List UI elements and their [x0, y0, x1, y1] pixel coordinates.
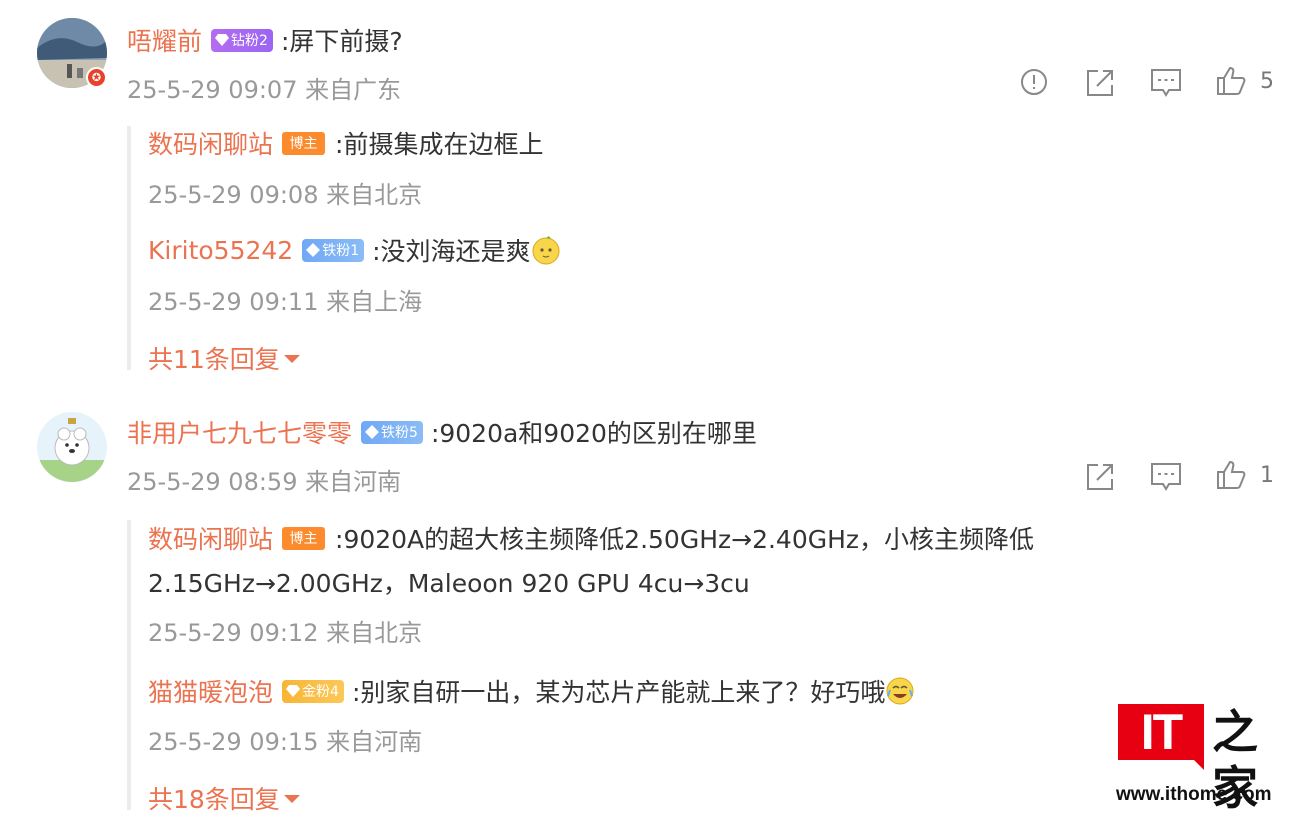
blogger-badge: 博主: [282, 526, 326, 550]
like-button[interactable]: 1: [1216, 460, 1274, 490]
diamond-icon: [365, 425, 380, 439]
ithome-watermark: IT 之家 www.ithome.com: [1114, 700, 1294, 815]
more-replies-link[interactable]: 共11条回复: [148, 340, 300, 376]
reply-username[interactable]: Kirito55242: [148, 236, 293, 265]
fan-badge[interactable]: 金粉4: [282, 679, 344, 703]
reply-meta: 25-5-29 09:11 来自上海: [148, 288, 423, 316]
diamond-icon: [306, 243, 321, 257]
verified-icon: ✪: [86, 67, 107, 88]
fan-badge-label: 铁粉5: [381, 425, 418, 441]
like-icon: [1217, 66, 1246, 95]
reply-meta: 25-5-29 09:15 来自河南: [148, 728, 423, 756]
share-button[interactable]: [1085, 462, 1115, 492]
reply-text: :没刘海还是爽: [372, 237, 531, 266]
comment-text: :9020a和9020的区别在哪里: [430, 419, 757, 448]
emoji-icon: [532, 236, 560, 265]
reply-text: :前摄集成在边框上: [335, 130, 544, 159]
fan-badge[interactable]: 铁粉5: [361, 420, 423, 444]
chevron-down-icon: [283, 355, 300, 363]
ithome-logo-box: IT: [1118, 704, 1204, 760]
fan-badge-label: 钻粉2: [231, 33, 268, 49]
more-replies-label: 共11条回复: [148, 345, 280, 374]
like-button[interactable]: 5: [1216, 66, 1274, 96]
diamond-icon: [215, 34, 230, 46]
comment-1: ✪ 唔耀前 钻粉2 :屏下前摄? 25-5-29 09:07 来自广东 5 数码…: [0, 0, 1312, 400]
reply-thread-bar: [127, 520, 131, 810]
blogger-badge: 博主: [282, 131, 326, 155]
fan-badge-label: 铁粉1: [322, 243, 360, 259]
comment-meta: 25-5-29 08:59 来自河南: [127, 468, 402, 496]
reply-username[interactable]: 猫猫暖泡泡: [148, 673, 273, 709]
reply-thread-bar: [127, 126, 131, 370]
fan-badge[interactable]: 钻粉2: [211, 28, 273, 52]
reply-text: :9020A的超大核主频降低2.50GHz→2.40GHz，小核主频降低: [335, 525, 1035, 554]
share-icon: [1087, 464, 1113, 490]
ithome-logo-pointer: [1192, 758, 1204, 770]
reply: 数码闲聊站 博主 :9020A的超大核主频降低2.50GHz→2.40GHz，小…: [148, 520, 1034, 556]
reply: 数码闲聊站 博主 :前摄集成在边框上: [148, 125, 543, 161]
comment-header: 唔耀前 钻粉2 :屏下前摄?: [127, 22, 403, 58]
comment-button[interactable]: [1150, 462, 1182, 492]
fan-badge-label: 金粉4: [302, 684, 339, 700]
like-count: 1: [1260, 462, 1274, 488]
report-button[interactable]: [1020, 68, 1048, 96]
comment-meta: 25-5-29 09:07 来自广东: [127, 76, 402, 104]
report-icon: [1021, 69, 1047, 95]
share-icon: [1087, 70, 1113, 96]
like-icon: [1217, 460, 1246, 489]
username[interactable]: 唔耀前: [127, 22, 202, 58]
avatar[interactable]: [37, 412, 107, 482]
emoji-icon: [886, 677, 914, 705]
ithome-logo-text: IT: [1140, 704, 1183, 760]
username[interactable]: 非用户七九七七零零: [127, 414, 352, 450]
fan-badge[interactable]: 铁粉1: [302, 238, 365, 262]
reply: 猫猫暖泡泡 金粉4 :别家自研一出，某为芯片产能就上来了？好巧哦: [148, 673, 915, 709]
comment-icon: [1151, 69, 1181, 97]
comment-button[interactable]: [1150, 68, 1182, 98]
comment-icon: [1151, 463, 1181, 491]
reply-text-continued: 2.15GHz→2.00GHz，Maleoon 920 GPU 4cu→3cu: [148, 569, 750, 598]
comment-text: :屏下前摄?: [280, 27, 403, 56]
like-count: 5: [1260, 68, 1274, 94]
reply-text: :别家自研一出，某为芯片产能就上来了？好巧哦: [351, 678, 886, 707]
reply-meta: 25-5-29 09:08 来自北京: [148, 181, 423, 209]
diamond-icon: [286, 685, 301, 697]
reply: Kirito55242 铁粉1 :没刘海还是爽: [148, 232, 561, 268]
more-replies-label: 共18条回复: [148, 785, 280, 814]
reply-username[interactable]: 数码闲聊站: [148, 520, 273, 556]
more-replies-link[interactable]: 共18条回复: [148, 780, 300, 816]
ithome-url: www.ithome.com: [1116, 784, 1272, 805]
reply-meta: 25-5-29 09:12 来自北京: [148, 619, 423, 647]
chevron-down-icon: [283, 795, 300, 803]
reply-username[interactable]: 数码闲聊站: [148, 125, 273, 161]
share-button[interactable]: [1085, 68, 1115, 98]
comment-header: 非用户七九七七零零 铁粉5 :9020a和9020的区别在哪里: [127, 414, 757, 450]
